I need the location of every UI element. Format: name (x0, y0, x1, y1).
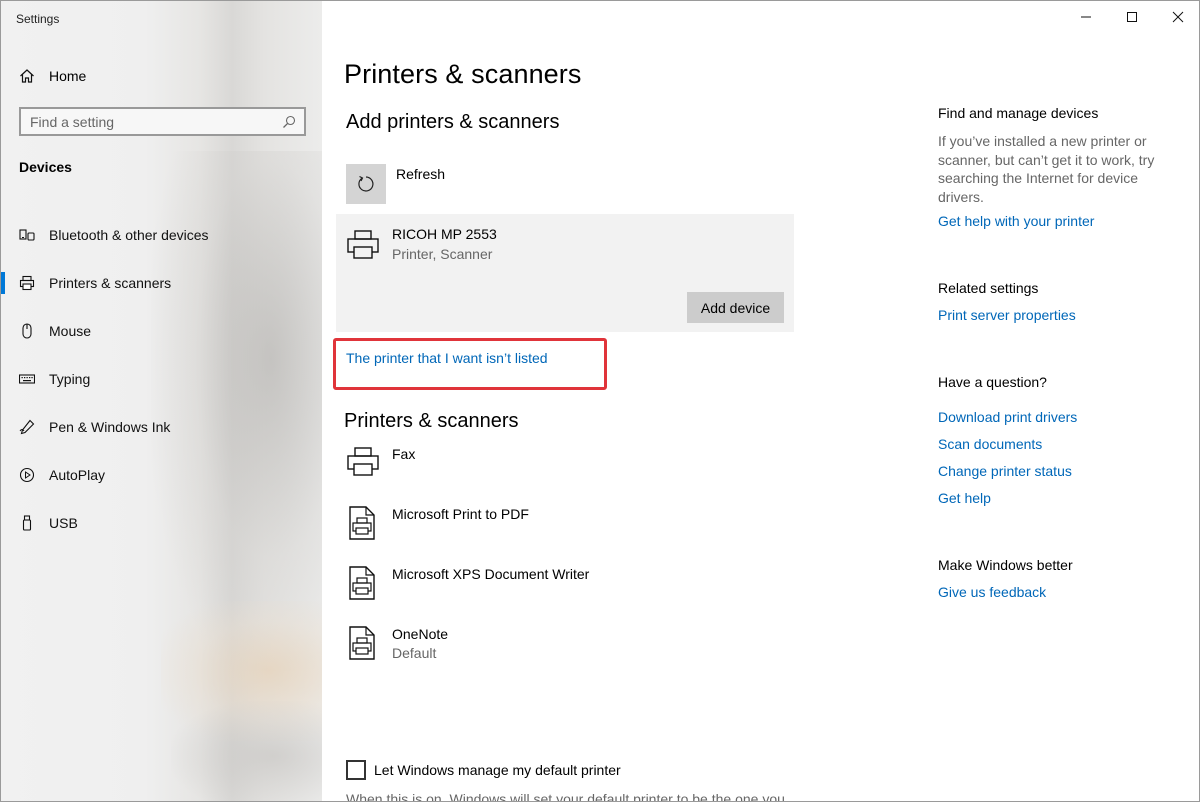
make-windows-better-heading: Make Windows better (938, 557, 1073, 573)
printer-icon (346, 445, 382, 481)
manage-default-label: Let Windows manage my default printer (374, 762, 621, 778)
change-printer-status-link[interactable]: Change printer status (938, 463, 1072, 479)
sidebar-item-label: Typing (49, 371, 91, 387)
settings-window: Settings Home Devices Bluetooth & other … (0, 0, 1200, 802)
related-settings-heading: Related settings (938, 280, 1039, 296)
printer-name: Fax (392, 446, 416, 462)
search-box (19, 107, 306, 136)
sidebar-item-label: Printers & scanners (49, 275, 172, 291)
main-content: Printers & scanners Add printers & scann… (322, 1, 1199, 802)
refresh-button[interactable]: Refresh (346, 164, 445, 204)
find-manage-text: If you’ve installed a new printer or sca… (938, 133, 1155, 205)
sidebar-item-printers[interactable]: Printers & scanners (1, 259, 322, 307)
manage-default-toggle[interactable]: Let Windows manage my default printer (346, 760, 621, 780)
active-indicator (1, 272, 5, 294)
home-nav-item[interactable]: Home (19, 65, 86, 87)
give-feedback-link[interactable]: Give us feedback (938, 584, 1046, 600)
autoplay-icon (19, 467, 35, 483)
refresh-label: Refresh (396, 166, 446, 182)
close-button[interactable] (1155, 1, 1199, 33)
home-icon (19, 68, 35, 84)
sidebar-item-label: AutoPlay (49, 467, 106, 483)
printer-not-listed-link[interactable]: The printer that I want isn’t listed (346, 350, 548, 366)
printer-item-pdf[interactable]: Microsoft Print to PDF (346, 501, 796, 561)
printer-name: OneNote (392, 626, 449, 642)
download-print-drivers-link[interactable]: Download print drivers (938, 409, 1077, 425)
sidebar-section-title: Devices (19, 159, 72, 175)
sidebar-item-label: USB (49, 515, 78, 531)
usb-icon (19, 515, 35, 531)
sidebar-item-bluetooth[interactable]: Bluetooth & other devices (1, 211, 322, 259)
sidebar-item-usb[interactable]: USB (1, 499, 322, 547)
device-name: RICOH MP 2553 (392, 226, 497, 242)
find-manage-heading: Find and manage devices (938, 105, 1099, 121)
maximize-icon (1127, 12, 1137, 22)
printer-icon (19, 275, 35, 291)
printer-name: Microsoft XPS Document Writer (392, 566, 590, 582)
device-type: Printer, Scanner (392, 246, 493, 262)
keyboard-icon (19, 371, 35, 387)
get-help-link[interactable]: Get help (938, 490, 991, 506)
bluetooth-icon (19, 227, 35, 243)
sidebar-item-label: Bluetooth & other devices (49, 227, 209, 243)
add-device-button[interactable]: Add device (687, 292, 784, 323)
close-icon (1172, 11, 1184, 23)
printer-icon (346, 228, 380, 262)
scan-documents-link[interactable]: Scan documents (938, 436, 1042, 452)
printer-item-fax[interactable]: Fax (346, 441, 796, 501)
document-printer-icon (346, 565, 382, 601)
sidebar-item-mouse[interactable]: Mouse (1, 307, 322, 355)
refresh-icon-box (346, 164, 386, 204)
sidebar-item-pen[interactable]: Pen & Windows Ink (1, 403, 322, 451)
search-icon[interactable] (282, 115, 296, 129)
print-server-properties-link[interactable]: Print server properties (938, 307, 1076, 323)
maximize-button[interactable] (1109, 1, 1155, 33)
mouse-icon (19, 323, 35, 339)
document-printer-icon (346, 625, 382, 661)
sidebar: Settings Home Devices Bluetooth & other … (1, 1, 322, 801)
get-help-printer-link[interactable]: Get help with your printer (938, 213, 1094, 229)
sidebar-item-label: Mouse (49, 323, 92, 339)
pen-icon (19, 419, 35, 435)
printer-item-onenote[interactable]: OneNote Default (346, 621, 796, 681)
printer-name: Microsoft Print to PDF (392, 506, 529, 522)
page-title: Printers & scanners (344, 59, 582, 89)
search-input[interactable] (21, 113, 271, 130)
home-label: Home (49, 68, 87, 84)
add-section-title: Add printers & scanners (346, 111, 560, 133)
app-title: Settings (16, 12, 60, 26)
found-device-card[interactable]: RICOH MP 2553 Printer, Scanner Add devic… (336, 214, 794, 332)
minimize-icon (1081, 16, 1091, 18)
printers-list-title: Printers & scanners (344, 410, 519, 432)
window-controls (1063, 1, 1199, 33)
printer-item-xps[interactable]: Microsoft XPS Document Writer (346, 561, 796, 621)
printer-status: Default (392, 645, 437, 661)
sidebar-item-label: Pen & Windows Ink (49, 419, 171, 435)
refresh-icon (358, 175, 374, 192)
manage-default-checkbox[interactable] (346, 760, 366, 780)
manage-default-description: When this is on, Windows will set your d… (346, 791, 785, 802)
document-printer-icon (346, 505, 382, 541)
question-heading: Have a question? (938, 374, 1047, 390)
sidebar-nav: Bluetooth & other devices Printers & sca… (1, 211, 322, 547)
minimize-button[interactable] (1063, 1, 1109, 33)
sidebar-item-autoplay[interactable]: AutoPlay (1, 451, 322, 499)
printers-list: Fax Microsoft Print to PDF Microsoft XPS… (346, 441, 796, 681)
sidebar-item-typing[interactable]: Typing (1, 355, 322, 403)
